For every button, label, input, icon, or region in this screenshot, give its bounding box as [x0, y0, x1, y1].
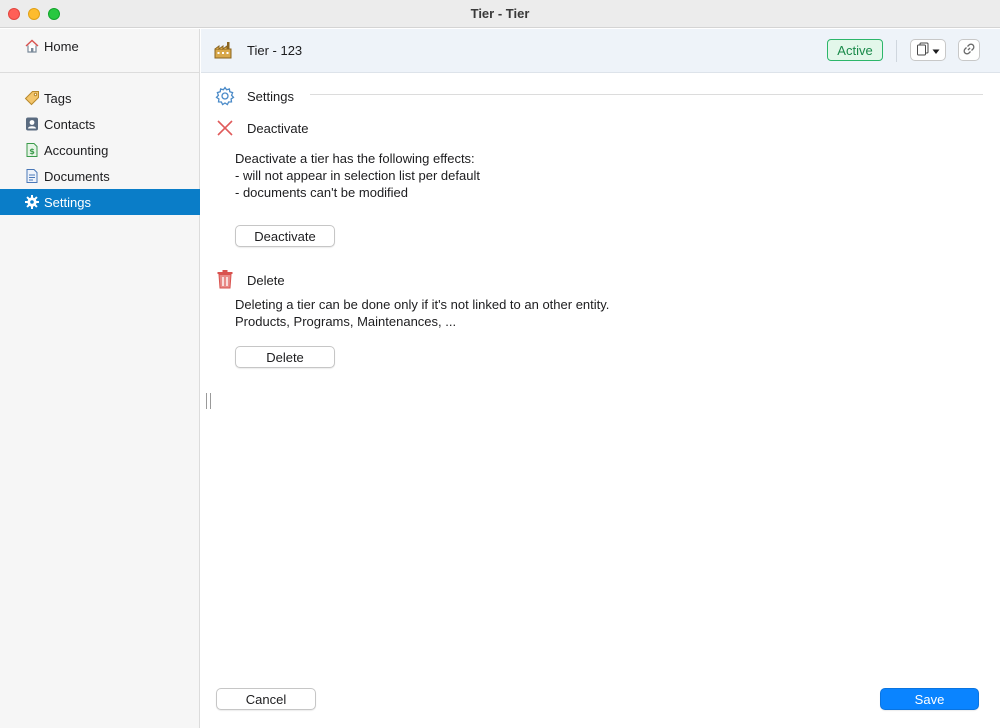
- status-badge: Active: [827, 39, 883, 61]
- deactivate-button[interactable]: Deactivate: [235, 225, 335, 247]
- title-bar: Tier - Tier: [0, 0, 1000, 28]
- chevron-down-icon: [932, 43, 940, 58]
- record-header: Tier - 123 Active: [201, 29, 1000, 73]
- save-button[interactable]: Save: [880, 688, 979, 710]
- cancel-button[interactable]: Cancel: [216, 688, 316, 710]
- sidebar-item-documents[interactable]: Documents: [0, 163, 200, 189]
- delete-title: Delete: [247, 273, 285, 288]
- link-icon: [962, 42, 976, 59]
- settings-divider: [310, 94, 983, 95]
- sidebar-item-settings[interactable]: Settings: [0, 189, 200, 215]
- sidebar-item-label: Home: [44, 38, 79, 54]
- delete-description-line: Products, Programs, Maintenances, ...: [235, 314, 457, 329]
- sidebar-item-label: Tags: [44, 90, 72, 106]
- document-icon: [24, 168, 40, 184]
- sidebar-item-accounting[interactable]: $ Accounting: [0, 137, 200, 163]
- sidebar-item-home[interactable]: Home: [0, 33, 200, 59]
- minimize-window-button[interactable]: [28, 8, 40, 20]
- tag-icon: [24, 90, 40, 106]
- maximize-window-button[interactable]: [48, 8, 60, 20]
- home-icon: [24, 38, 40, 54]
- record-title: Tier - 123: [247, 43, 303, 58]
- gear-icon: [24, 194, 40, 210]
- sidebar: Home Tags Contacts $ Accounting Document…: [0, 29, 200, 728]
- close-x-icon: [215, 118, 235, 138]
- sidebar-divider: [0, 72, 200, 73]
- close-window-button[interactable]: [8, 8, 20, 20]
- header-separator: [896, 40, 897, 62]
- settings-section-header: [214, 85, 236, 107]
- app-window: Tier - Tier Home Tags Contacts $ Account…: [0, 0, 1000, 728]
- link-button[interactable]: [958, 39, 980, 61]
- sidebar-item-tags[interactable]: Tags: [0, 85, 200, 111]
- deactivate-description-line: - documents can't be modified: [235, 185, 409, 200]
- window-controls: [8, 8, 60, 20]
- deactivate-description: Deactivate a tier has the following effe…: [235, 150, 480, 201]
- sidebar-item-label: Contacts: [44, 116, 96, 132]
- deactivate-description-line: Deactivate a tier has the following effe…: [235, 151, 475, 166]
- sidebar-item-contacts[interactable]: Contacts: [0, 111, 200, 137]
- delete-button[interactable]: Delete: [235, 346, 335, 368]
- contact-card-icon: [24, 116, 40, 132]
- svg-text:$: $: [29, 147, 35, 156]
- window-title: Tier - Tier: [470, 6, 530, 21]
- trash-icon: [215, 269, 235, 289]
- ledger-icon: $: [24, 142, 40, 158]
- deactivate-description-line: - will not appear in selection list per …: [235, 168, 480, 183]
- delete-description: Deleting a tier can be done only if it's…: [235, 296, 609, 330]
- copy-menu-button[interactable]: [910, 39, 946, 61]
- gear-outline-icon: [214, 85, 236, 107]
- factory-icon: [213, 40, 233, 60]
- settings-title: Settings: [247, 89, 294, 104]
- splitter-handle[interactable]: [206, 393, 211, 409]
- deactivate-title: Deactivate: [247, 121, 309, 136]
- delete-description-line: Deleting a tier can be done only if it's…: [235, 297, 610, 312]
- sidebar-item-label: Documents: [44, 168, 110, 184]
- sidebar-item-label: Settings: [44, 194, 91, 210]
- sidebar-item-label: Accounting: [44, 142, 109, 158]
- copy-icon: [916, 42, 932, 59]
